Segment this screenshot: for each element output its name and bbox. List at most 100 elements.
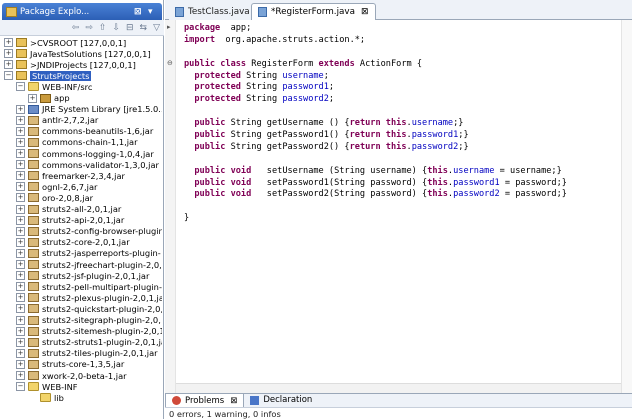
- tree-item[interactable]: + struts2-api-2,0,1,jar: [16, 215, 124, 226]
- tree-expander-icon[interactable]: +: [16, 237, 25, 247]
- tree-expander-icon[interactable]: +: [16, 282, 25, 292]
- tree-expander-icon[interactable]: +: [16, 204, 25, 214]
- tree-expander-icon[interactable]: +: [16, 326, 25, 336]
- tree-item[interactable]: + struts2-tiles-plugin-2,0,1,jar: [16, 348, 158, 359]
- tree-expander-icon[interactable]: +: [4, 60, 13, 70]
- toolbar-button-icon[interactable]: ⇩: [112, 23, 120, 33]
- tree-item[interactable]: + antlr-2,7,2,jar: [16, 115, 98, 126]
- tree-expander-icon[interactable]: +: [16, 337, 25, 347]
- tree-item[interactable]: + >CVSROOT [127,0,0,1]: [4, 37, 126, 48]
- tree-item[interactable]: + app: [28, 93, 70, 104]
- tree-expander-icon[interactable]: +: [16, 193, 25, 203]
- tree-item[interactable]: + commons-beanutils-1,6,jar: [16, 126, 153, 137]
- code-token: password1: [453, 177, 500, 188]
- tree-item-label: >CVSROOT [127,0,0,1]: [30, 37, 127, 48]
- tree-item[interactable]: + struts2-jsf-plugin-2,0,1,jar: [16, 270, 149, 281]
- tree-expander-icon[interactable]: +: [16, 115, 25, 125]
- tree-item[interactable]: + struts2-struts1-plugin-2,0,1,ja: [16, 337, 162, 348]
- jar-icon: [28, 248, 39, 258]
- tree-item[interactable]: + ognl-2,6,7,jar: [16, 181, 97, 192]
- tree-item[interactable]: + struts2-jasperreports-plugin-: [16, 248, 161, 259]
- tree-expander-icon[interactable]: +: [4, 38, 13, 47]
- code-token: public void: [194, 189, 252, 200]
- tab-declaration[interactable]: Declaration: [244, 393, 318, 407]
- declaration-icon: [250, 395, 260, 405]
- code-token: = username;}: [494, 165, 562, 176]
- tree-item[interactable]: + xwork-2,0-beta-1,jar: [16, 370, 127, 381]
- tree-expander-icon[interactable]: +: [16, 149, 25, 158]
- tree-item[interactable]: + struts2-config-browser-plugin: [16, 226, 162, 237]
- collapse-marker-icon[interactable]: ⊖: [167, 60, 174, 67]
- tree-expander-icon[interactable]: +: [16, 260, 25, 269]
- toolbar-button-icon[interactable]: ⇨: [85, 23, 93, 33]
- tree-expander-icon[interactable]: −: [4, 71, 13, 81]
- tree-expander-icon[interactable]: +: [16, 104, 25, 114]
- toolbar-button-icon[interactable]: ⇦: [72, 23, 80, 33]
- tree-expander-icon[interactable]: +: [28, 93, 37, 103]
- tree-item[interactable]: + struts-core-1,3,5,jar: [16, 359, 124, 370]
- tree-item[interactable]: + commons-chain-1,1,jar: [16, 137, 138, 148]
- code-text[interactable]: package app; import org.apache.struts.act…: [184, 23, 567, 225]
- tree-expander-icon[interactable]: +: [16, 348, 25, 358]
- close-icon[interactable]: ⊠: [230, 396, 237, 406]
- tree-item-label: struts2-sitemesh-plugin-2,0,1: [42, 326, 162, 337]
- tree-expander-icon[interactable]: +: [16, 137, 25, 147]
- tree-item[interactable]: + struts2-sitegraph-plugin-2,0,: [16, 315, 161, 326]
- tree-expander-icon[interactable]: +: [16, 304, 25, 314]
- code-line: public String getUsername () {return thi…: [184, 118, 567, 130]
- code-line: public String getPassword2() {return thi…: [184, 142, 567, 154]
- view-menu-icon[interactable]: ▾: [148, 7, 162, 17]
- tree-item[interactable]: + struts2-plexus-plugin-2,0,1,ja: [16, 292, 162, 303]
- tab-registerform[interactable]: *RegisterForm.java ⊠: [251, 3, 376, 20]
- tree-expander-icon[interactable]: +: [16, 182, 25, 192]
- toolbar-button-icon[interactable]: ⇆: [140, 23, 148, 33]
- tree-item[interactable]: + >JNDIProjects [127,0,0,1]: [4, 59, 136, 70]
- tree-item[interactable]: + struts2-core-2,0,1,jar: [16, 237, 130, 248]
- jar-icon: [28, 315, 39, 325]
- tree-item[interactable]: + freemarker-2,3,4,jar: [16, 170, 125, 181]
- tree-expander-icon[interactable]: −: [16, 382, 25, 392]
- tree-item[interactable]: + commons-logging-1,0,4,jar: [16, 148, 154, 159]
- tree-expander-icon[interactable]: +: [16, 126, 25, 136]
- tree-item[interactable]: + commons-validator-1,3,0,jar: [16, 159, 159, 170]
- tree-item[interactable]: + JavaTestSolutions [127,0,0,1]: [4, 48, 151, 59]
- tree-item[interactable]: lib: [28, 392, 64, 403]
- tab-testclass[interactable]: TestClass.java: [169, 3, 256, 20]
- package-icon: [40, 93, 51, 103]
- tree-expander-icon[interactable]: +: [16, 171, 25, 181]
- close-icon[interactable]: ⊠: [361, 7, 369, 17]
- tree-expander-icon[interactable]: +: [4, 49, 13, 59]
- tree-expander-icon[interactable]: +: [16, 215, 25, 225]
- tree-item[interactable]: + struts2-quickstart-plugin-2,0,: [16, 303, 162, 314]
- code-token: return this: [349, 141, 407, 152]
- tree-expander-icon[interactable]: +: [16, 293, 25, 303]
- toolbar-button-icon[interactable]: ▽: [153, 23, 160, 33]
- horizontal-scrollbar[interactable]: [176, 383, 621, 393]
- tree-expander-icon[interactable]: +: [16, 271, 25, 281]
- tree-item[interactable]: − WEB-INF/src: [16, 81, 92, 92]
- tree-expander-icon[interactable]: −: [16, 82, 25, 92]
- tree-item[interactable]: − WEB-INF: [16, 381, 78, 392]
- tree-item[interactable]: + struts2-all-2,0,1,jar: [16, 204, 121, 215]
- collapse-marker-icon[interactable]: ▸: [167, 24, 174, 31]
- tree-expander-icon[interactable]: +: [16, 359, 25, 369]
- toolbar-button-icon[interactable]: ⇧: [99, 23, 107, 33]
- toolbar-button-icon[interactable]: ⊟: [126, 23, 134, 33]
- tree-expander-icon[interactable]: +: [16, 248, 25, 258]
- tree-item[interactable]: + struts2-pell-multipart-plugin-: [16, 281, 162, 292]
- code-editor[interactable]: ▸ ⊖ package app; import org.apache.struts…: [165, 20, 632, 393]
- package-explorer-tab[interactable]: Package Explo... ⊠ ▾: [2, 3, 162, 20]
- tab-problems[interactable]: Problems ⊠: [165, 393, 245, 407]
- code-token: setPassword2(String password) {: [251, 189, 428, 200]
- tree-item[interactable]: + struts2-sitemesh-plugin-2,0,1: [16, 326, 162, 337]
- tree-expander-icon[interactable]: +: [16, 371, 25, 380]
- tree-item[interactable]: − StrutsProjects: [4, 70, 92, 81]
- tree-item[interactable]: + oro-2,0,8,jar: [16, 192, 93, 203]
- tree-expander-icon[interactable]: +: [16, 315, 25, 325]
- close-icon[interactable]: ⊠: [134, 7, 144, 17]
- tree-item[interactable]: + struts2-jfreechart-plugin-2,0,: [16, 259, 162, 270]
- tree-expander-icon[interactable]: +: [16, 226, 25, 236]
- tree-expander-icon[interactable]: +: [16, 160, 25, 170]
- code-token: setUsername (String username) {: [251, 165, 428, 176]
- tree-item[interactable]: + JRE System Library [jre1.5.0...: [16, 104, 162, 115]
